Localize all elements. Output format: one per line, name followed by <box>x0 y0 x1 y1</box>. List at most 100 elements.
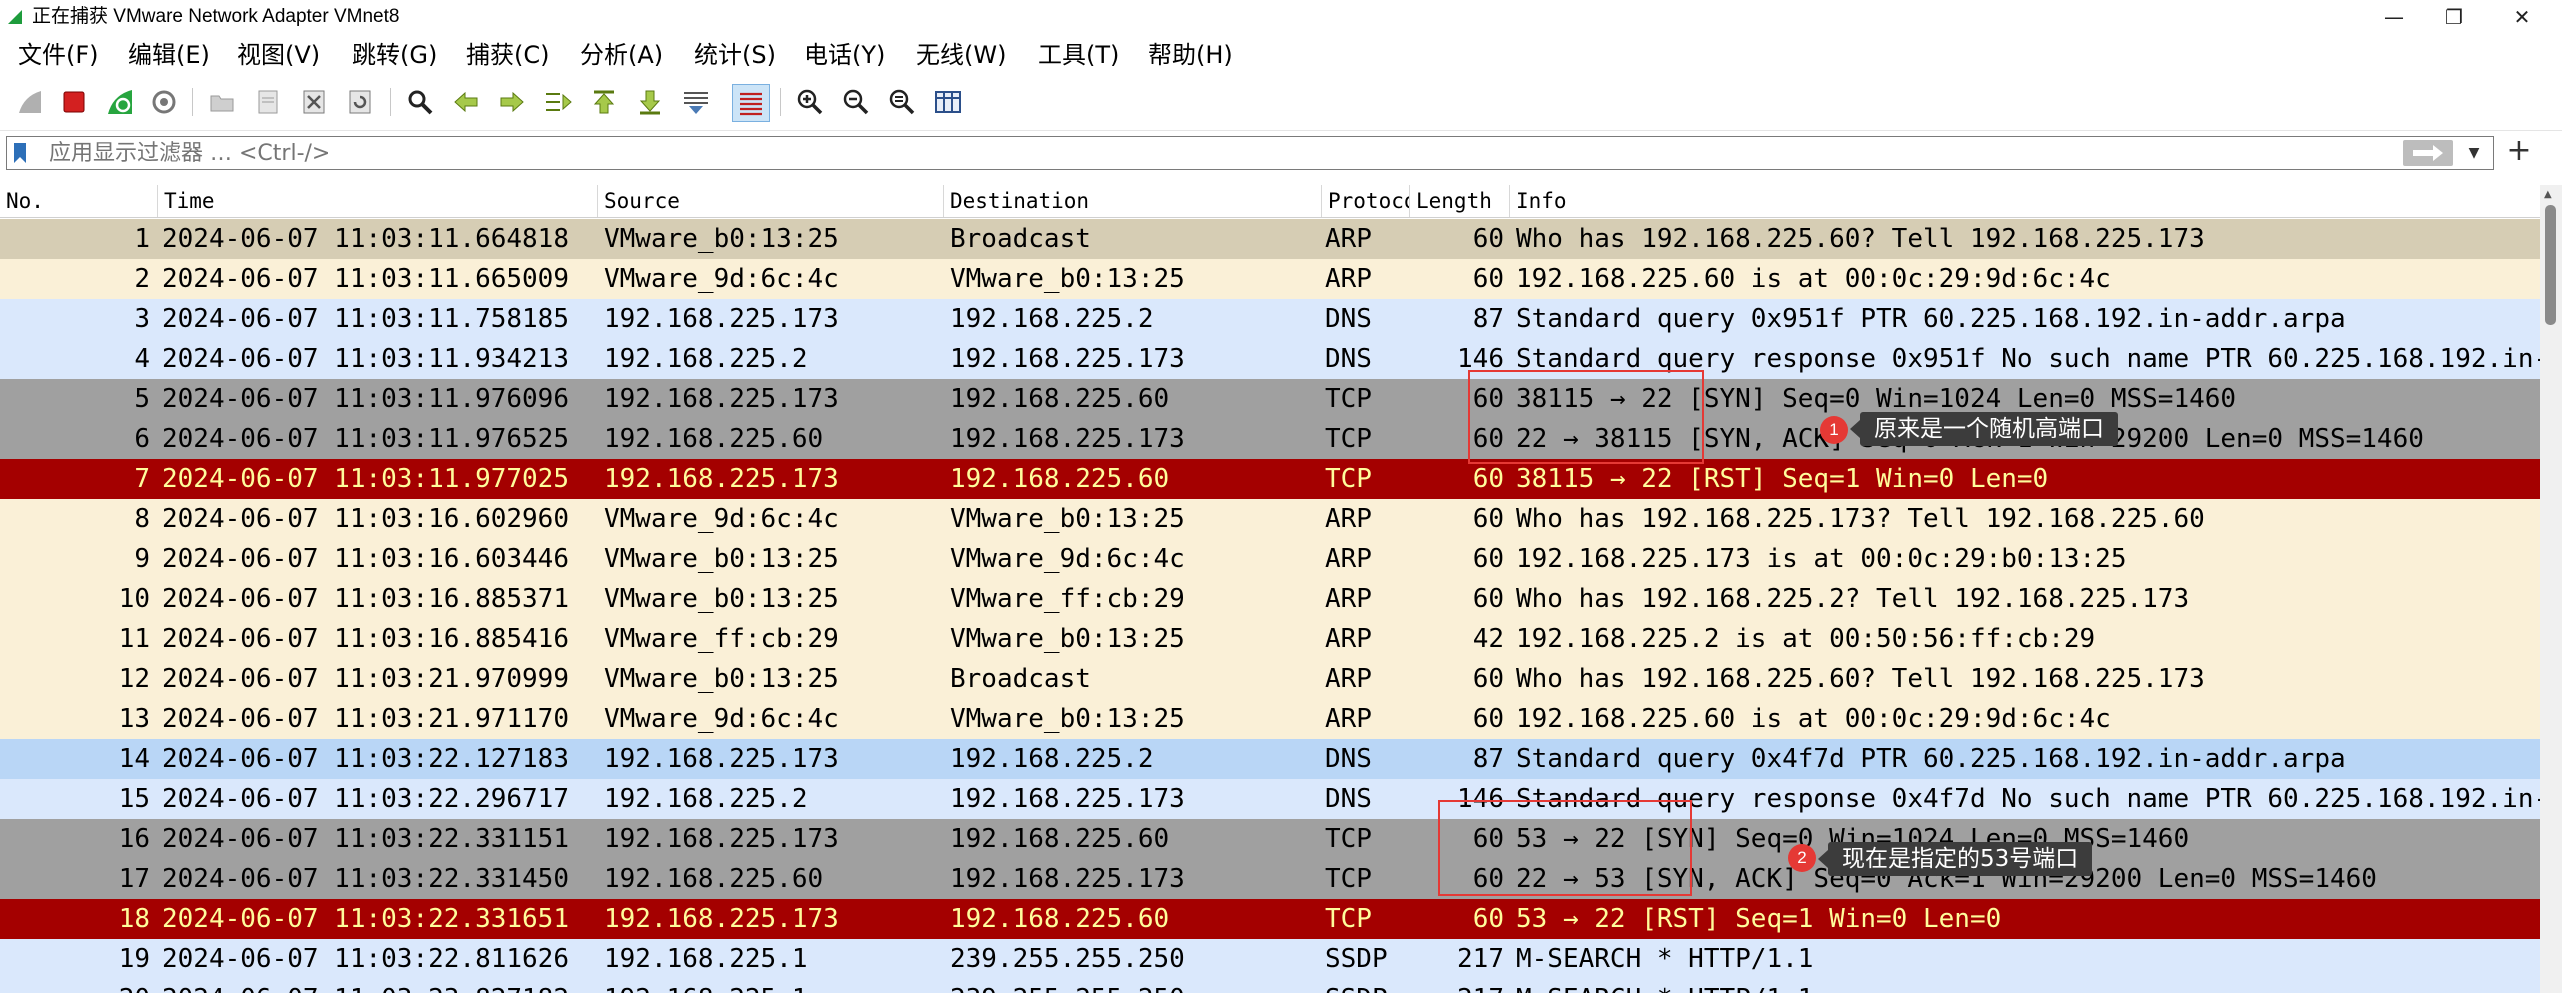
packet-row[interactable]: 4 2024-06-07 11:03:11.934213 192.168.225.2… <box>0 339 2540 379</box>
packet-row[interactable]: 9 2024-06-07 11:03:16.603446 VMware_b0:13:… <box>0 539 2540 579</box>
open-file-icon[interactable] <box>204 84 240 120</box>
packet-protocol: ARP <box>1325 224 1372 254</box>
packet-no: 3 <box>134 304 150 334</box>
packet-no: 11 <box>118 624 150 654</box>
packet-row[interactable]: 7 2024-06-07 11:03:11.977025 192.168.225.1… <box>0 459 2540 499</box>
main-toolbar <box>0 74 2562 131</box>
menu-statistics[interactable]: 统计(S) <box>694 40 776 70</box>
packet-row[interactable]: 1 2024-06-07 11:03:11.664818 VMware_b0:13:… <box>0 219 2540 259</box>
packet-row[interactable]: 5 2024-06-07 11:03:11.976096 192.168.225.1… <box>0 379 2540 419</box>
go-first-icon[interactable] <box>586 84 622 120</box>
maximize-button[interactable]: ❐ <box>2426 0 2482 34</box>
packet-row[interactable]: 14 2024-06-07 11:03:22.127183 192.168.225.… <box>0 739 2540 779</box>
shark-fin-start-icon[interactable] <box>12 84 48 120</box>
close-button[interactable]: ✕ <box>2494 0 2550 34</box>
packet-time: 2024-06-07 11:03:11.665009 <box>162 264 569 294</box>
packet-no: 13 <box>118 704 150 734</box>
menu-go[interactable]: 跳转(G) <box>352 40 437 70</box>
packet-time: 2024-06-07 11:03:22.331450 <box>162 864 569 894</box>
packet-time: 2024-06-07 11:03:11.758185 <box>162 304 569 334</box>
packet-no: 20 <box>0 979 150 993</box>
close-file-icon[interactable] <box>296 84 332 120</box>
menu-edit[interactable]: 编辑(E) <box>128 40 210 70</box>
go-back-icon[interactable] <box>448 84 484 120</box>
packet-protocol: TCP <box>1325 864 1372 894</box>
zoom-normal-icon[interactable] <box>884 84 920 120</box>
packet-row[interactable]: 3 2024-06-07 11:03:11.758185 192.168.225.1… <box>0 299 2540 339</box>
scroll-up-icon[interactable]: ▲ <box>2544 189 2552 200</box>
menu-wireless[interactable]: 无线(W) <box>916 40 1006 70</box>
autoscroll-icon[interactable] <box>678 84 714 120</box>
column-header-time[interactable]: Time <box>158 185 598 217</box>
packet-info: 38115 → 22 [RST] Seq=1 Win=0 Len=0 <box>1516 464 2049 494</box>
menu-analyze[interactable]: 分析(A) <box>580 40 663 70</box>
menu-file[interactable]: 文件(F) <box>18 40 99 70</box>
packet-no: 8 <box>134 504 150 534</box>
add-filter-button[interactable]: + <box>2505 135 2533 167</box>
menu-telephony[interactable]: 电话(Y) <box>804 40 885 70</box>
column-header-no[interactable]: No. <box>0 185 158 217</box>
packet-time: 2024-06-07 11:03:11.664818 <box>162 224 569 254</box>
packet-no: 4 <box>134 344 150 374</box>
packet-protocol: ARP <box>1325 584 1372 614</box>
packet-list-header: No. Time Source Destination Protocol Len… <box>0 185 2540 218</box>
packet-row[interactable]: 13 2024-06-07 11:03:21.971170 VMware_9d:6c… <box>0 699 2540 739</box>
chevron-down-icon[interactable]: ▼ <box>2463 141 2485 165</box>
packet-length: 217 <box>1410 979 1504 993</box>
resize-columns-icon[interactable] <box>930 84 966 120</box>
find-packet-icon[interactable] <box>402 84 438 120</box>
go-last-icon[interactable] <box>632 84 668 120</box>
packet-info: 192.168.225.60 is at 00:0c:29:9d:6c:4c <box>1516 264 2111 294</box>
colorize-icon[interactable] <box>732 84 770 122</box>
packet-length: 60 <box>1472 544 1504 574</box>
column-header-length[interactable]: Length <box>1410 185 1510 217</box>
packet-row[interactable]: 19 2024-06-07 11:03:22.811626 192.168.225.… <box>0 939 2540 979</box>
menu-view[interactable]: 视图(V) <box>237 40 320 70</box>
zoom-in-icon[interactable] <box>792 84 828 120</box>
annotation-badge-2: 2 <box>1788 844 1816 872</box>
packet-row[interactable]: 2 2024-06-07 11:03:11.665009 VMware_9d:6c:… <box>0 259 2540 299</box>
save-file-icon[interactable] <box>250 84 286 120</box>
zoom-out-icon[interactable] <box>838 84 874 120</box>
capture-options-icon[interactable] <box>146 84 182 120</box>
scrollbar-thumb[interactable] <box>2545 205 2556 325</box>
packet-row[interactable]: 18 2024-06-07 11:03:22.331651 192.168.225.… <box>0 899 2540 939</box>
restart-capture-icon[interactable] <box>102 84 138 120</box>
column-header-info[interactable]: Info <box>1510 185 2540 217</box>
display-filter-input[interactable] <box>49 139 2349 167</box>
go-forward-icon[interactable] <box>494 84 530 120</box>
reload-file-icon[interactable] <box>342 84 378 120</box>
menu-capture[interactable]: 捕获(C) <box>466 40 549 70</box>
packet-row[interactable]: 16 2024-06-07 11:03:22.331151 192.168.225.… <box>0 819 2540 859</box>
packet-destination: VMware_b0:13:25 <box>950 624 1185 654</box>
packet-row[interactable]: 12 2024-06-07 11:03:21.970999 VMware_b0:13… <box>0 659 2540 699</box>
display-filter-field[interactable]: ▼ <box>6 136 2494 170</box>
menu-help[interactable]: 帮助(H) <box>1148 40 1233 70</box>
packet-length: 60 <box>1472 264 1504 294</box>
packet-row[interactable]: 6 2024-06-07 11:03:11.976525 192.168.225.6… <box>0 419 2540 459</box>
minimize-button[interactable]: — <box>2366 0 2422 34</box>
bookmark-icon[interactable] <box>13 142 27 164</box>
packet-destination: VMware_ff:cb:29 <box>950 584 1185 614</box>
vertical-scrollbar[interactable]: ▲ <box>2540 185 2562 993</box>
packet-row[interactable]: 15 2024-06-07 11:03:22.296717 192.168.225.… <box>0 779 2540 819</box>
packet-no: 2 <box>134 264 150 294</box>
packet-row[interactable]: 17 2024-06-07 11:03:22.331450 192.168.225.… <box>0 859 2540 899</box>
packet-row[interactable]: 11 2024-06-07 11:03:16.885416 VMware_ff:cb… <box>0 619 2540 659</box>
column-header-protocol[interactable]: Protocol <box>1322 185 1410 217</box>
menu-tools[interactable]: 工具(T) <box>1038 40 1119 70</box>
packet-row[interactable]: 8 2024-06-07 11:03:16.602960 VMware_9d:6c:… <box>0 499 2540 539</box>
apply-filter-button[interactable] <box>2403 140 2453 166</box>
go-to-packet-icon[interactable] <box>540 84 576 120</box>
stop-capture-icon[interactable] <box>56 84 92 120</box>
column-header-destination[interactable]: Destination <box>944 185 1322 217</box>
packet-time: 2024-06-07 11:03:16.602960 <box>162 504 569 534</box>
annotation-badge-1: 1 <box>1820 416 1848 444</box>
packet-row[interactable]: 20 2024-06-07 11:03:23.827182192.168.225.… <box>0 979 2540 993</box>
packet-destination: 239.255.255.250 <box>950 979 1320 993</box>
packet-time: 2024-06-07 11:03:22.331651 <box>162 904 569 934</box>
toolbar-separator <box>390 88 391 116</box>
column-header-source[interactable]: Source <box>598 185 944 217</box>
packet-row[interactable]: 10 2024-06-07 11:03:16.885371 VMware_b0:13… <box>0 579 2540 619</box>
toolbar-separator <box>780 88 781 116</box>
